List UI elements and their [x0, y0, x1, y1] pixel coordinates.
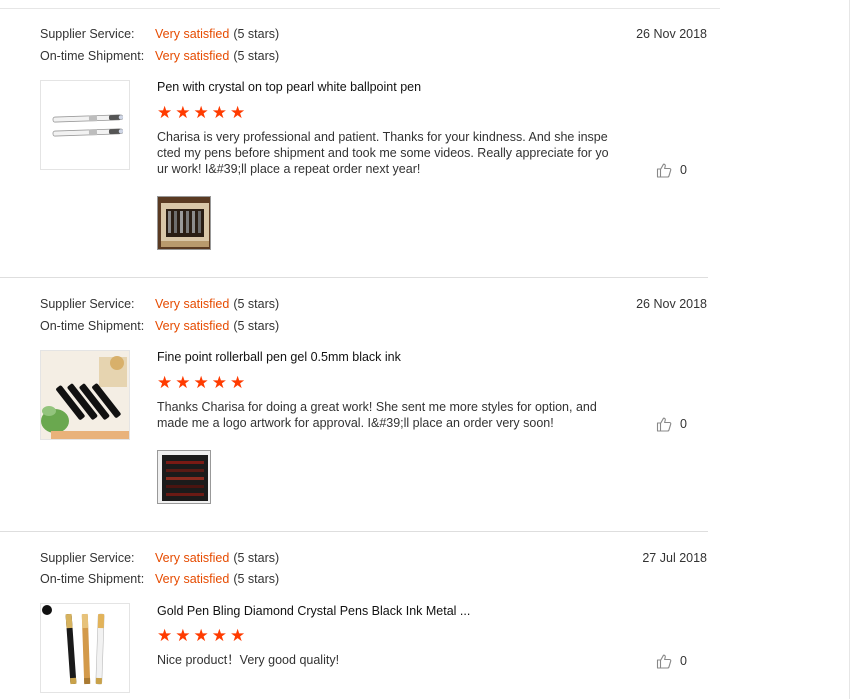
supplier-service-stars: (5 stars) — [233, 551, 280, 565]
supplier-service-rating: Supplier Service: Very satisfied (5 stars) — [40, 550, 279, 566]
star-icon: ★ — [230, 103, 246, 122]
review-date: 26 Nov 2018 — [636, 27, 707, 41]
supplier-service-label: Supplier Service: — [40, 551, 135, 565]
on-time-shipment-stars: (5 stars) — [233, 49, 280, 63]
star-icon: ★ — [157, 103, 173, 122]
star-icon: ★ — [175, 626, 191, 645]
review-date: 26 Nov 2018 — [636, 297, 707, 311]
star-icon: ★ — [193, 103, 209, 122]
review-divider — [0, 531, 708, 532]
product-rating-stars: ★ ★ ★ ★ ★ — [157, 626, 246, 645]
on-time-shipment-value: Very satisfied — [155, 49, 230, 63]
review-photo[interactable] — [157, 450, 211, 504]
on-time-shipment-rating: On-time Shipment: Very satisfied (5 stars) — [40, 318, 279, 334]
star-icon: ★ — [175, 373, 191, 392]
star-icon: ★ — [211, 626, 227, 645]
on-time-shipment-rating: On-time Shipment: Very satisfied (5 stars) — [40, 48, 279, 64]
star-icon: ★ — [230, 373, 246, 392]
supplier-service-label: Supplier Service: — [40, 297, 135, 311]
supplier-service-stars: (5 stars) — [233, 297, 280, 311]
product-rating-stars: ★ ★ ★ ★ ★ — [157, 103, 246, 122]
review-date: 27 Jul 2018 — [642, 551, 707, 565]
product-thumbnail[interactable] — [40, 603, 130, 693]
thumbs-up-icon — [656, 417, 672, 432]
like-count: 0 — [680, 654, 687, 668]
on-time-shipment-label: On-time Shipment: — [40, 572, 145, 586]
thumbs-up-icon — [656, 163, 672, 178]
product-title[interactable]: Fine point rollerball pen gel 0.5mm blac… — [157, 350, 401, 364]
review-text: Charisa is very professional and patient… — [157, 130, 609, 176]
star-icon: ★ — [157, 373, 173, 392]
on-time-shipment-value: Very satisfied — [155, 319, 230, 333]
supplier-service-value: Very satisfied — [155, 551, 230, 565]
supplier-service-rating: Supplier Service: Very satisfied (5 stars) — [40, 296, 279, 312]
top-divider — [0, 8, 720, 9]
supplier-service-value: Very satisfied — [155, 27, 230, 41]
like-count: 0 — [680, 163, 687, 177]
on-time-shipment-label: On-time Shipment: — [40, 49, 145, 63]
supplier-service-value: Very satisfied — [155, 297, 230, 311]
on-time-shipment-value: Very satisfied — [155, 572, 230, 586]
star-icon: ★ — [193, 373, 209, 392]
on-time-shipment-stars: (5 stars) — [233, 319, 280, 333]
page-right-border — [849, 0, 850, 699]
product-thumbnail[interactable] — [40, 350, 130, 440]
star-icon: ★ — [193, 626, 209, 645]
like-button[interactable]: 0 — [656, 416, 687, 432]
like-button[interactable]: 0 — [656, 162, 687, 178]
star-icon: ★ — [211, 103, 227, 122]
star-icon: ★ — [157, 626, 173, 645]
on-time-shipment-rating: On-time Shipment: Very satisfied (5 stars) — [40, 571, 279, 587]
supplier-service-stars: (5 stars) — [233, 27, 280, 41]
review-photo[interactable] — [157, 196, 211, 250]
product-thumbnail[interactable] — [40, 80, 130, 170]
star-icon: ★ — [230, 626, 246, 645]
review-text: Thanks Charisa for doing a great work! S… — [157, 400, 597, 430]
on-time-shipment-stars: (5 stars) — [233, 572, 280, 586]
thumbs-up-icon — [656, 654, 672, 669]
review-divider — [0, 277, 708, 278]
supplier-service-rating: Supplier Service: Very satisfied (5 stars) — [40, 26, 279, 42]
on-time-shipment-label: On-time Shipment: — [40, 319, 145, 333]
product-rating-stars: ★ ★ ★ ★ ★ — [157, 373, 246, 392]
review-text: Nice product！Very good quality! — [157, 653, 340, 667]
supplier-service-label: Supplier Service: — [40, 27, 135, 41]
star-icon: ★ — [175, 103, 191, 122]
like-button[interactable]: 0 — [656, 653, 687, 669]
product-title[interactable]: Pen with crystal on top pearl white ball… — [157, 80, 421, 94]
like-count: 0 — [680, 417, 687, 431]
star-icon: ★ — [211, 373, 227, 392]
product-title[interactable]: Gold Pen Bling Diamond Crystal Pens Blac… — [157, 604, 470, 618]
